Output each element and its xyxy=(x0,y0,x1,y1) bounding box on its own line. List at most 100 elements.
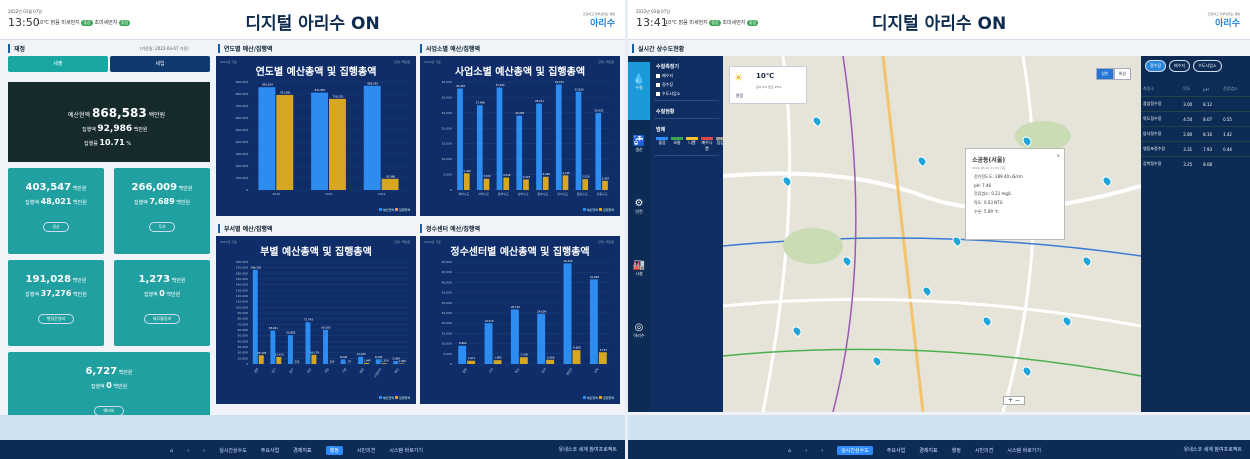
data-label: 6,808 xyxy=(573,346,581,350)
footer-nav-item[interactable]: 행정 xyxy=(325,446,343,455)
footer-nav: ⌂ ‹ › 실시간상수도 주요사업 경제지표 행정 시민의견 시스템 바로가기 유네스코 세계 … xyxy=(0,440,625,459)
table-cell: 0.55 xyxy=(1221,111,1250,127)
sidebar-item[interactable]: 🏭 시설 xyxy=(628,248,650,306)
map-satellite-button[interactable]: 위성 xyxy=(1113,68,1131,80)
table-cell: 0.44 xyxy=(1221,141,1250,157)
footer-nav-item[interactable]: 실시간상수도 xyxy=(219,447,247,454)
table-cell: 3.25 xyxy=(1181,156,1202,171)
footer-nav-item[interactable]: 시스템 바로가기 xyxy=(1007,447,1041,454)
y-tick-label: 800,000 xyxy=(236,92,248,96)
bar xyxy=(364,362,370,364)
facility-icon: 🏭 xyxy=(632,260,646,271)
checkbox-icon xyxy=(656,92,660,96)
card-exec-value: 0 xyxy=(106,381,112,390)
map[interactable]: ☀ 10℃ 맑음 강수 0% 습도 25% 일반 위성 + − xyxy=(723,56,1141,412)
footer-nav-item[interactable]: 시스템 바로가기 xyxy=(389,447,423,454)
bar xyxy=(503,177,510,190)
data-label: 3,336 xyxy=(521,353,529,357)
layer-checkbox[interactable]: 정수장 xyxy=(656,82,717,88)
footer-nav-item[interactable]: 경제지표 xyxy=(919,447,937,454)
home-icon[interactable]: ⌂ xyxy=(170,448,173,454)
exec-label: 집행액 xyxy=(82,127,96,133)
station-type-tab[interactable]: 배수지 xyxy=(1169,60,1191,72)
table-header[interactable]: 측정소 xyxy=(1141,82,1181,97)
sun-icon: ☀ xyxy=(734,73,743,84)
card-button[interactable]: 재무활동비 xyxy=(143,314,181,324)
sidebar-item-label: 수질 xyxy=(635,85,643,90)
header: 2022년 03월 07일 13:50 10℃ 맑음 미세먼지 좋음 초미세먼지… xyxy=(0,0,625,40)
footer-nav-item[interactable]: 시민의견 xyxy=(357,447,375,454)
tab-revenue[interactable]: 세입 xyxy=(110,56,210,72)
layer-section: 수질측정기 배수지 정수장 수도사업소 xyxy=(654,60,719,101)
table-row[interactable]: 강북정수장 3.25 8.08 xyxy=(1141,156,1250,171)
footer-nav-item[interactable]: 주요사업 xyxy=(887,447,905,454)
station-type-tab[interactable]: 수도사업소 xyxy=(1193,60,1222,72)
table-cell: 8.16 xyxy=(1201,126,1222,142)
table-header[interactable]: pH xyxy=(1201,82,1221,97)
sidebar-item[interactable]: 🚰 생산 xyxy=(628,124,650,182)
footer-right-link[interactable]: 유네스코 세계 참여프로젝트 xyxy=(559,446,617,453)
y-tick-label: 90,000 xyxy=(238,311,249,315)
checkbox-label: 수도사업소 xyxy=(662,91,681,96)
card-button[interactable]: 투자 xyxy=(149,222,175,232)
bottom-band xyxy=(628,415,1250,440)
prev-icon[interactable]: ‹ xyxy=(805,448,807,454)
layer-checkbox[interactable]: 수도사업소 xyxy=(656,91,717,97)
y-tick-label: 50,000 xyxy=(442,260,453,264)
footer-nav-item[interactable]: 행정 xyxy=(952,447,961,454)
station-popup: × 소공동(서울) 2022-03-01 11:50 기준 전기전도도: 289… xyxy=(965,148,1065,240)
data-label: 8,960 xyxy=(459,341,467,345)
card-exec-value: 37,276 xyxy=(40,289,72,298)
table-header[interactable]: 잔류염소 xyxy=(1221,82,1250,97)
table-row[interactable]: 뚝도정수장 4.50 8.07 0.55 xyxy=(1141,111,1250,127)
sidebar-item-label: 시설 xyxy=(635,271,643,276)
close-icon[interactable]: × xyxy=(1057,153,1060,158)
x-tick-label: 2022 xyxy=(378,192,386,196)
bar xyxy=(563,263,572,364)
map-normal-button[interactable]: 일반 xyxy=(1096,68,1114,80)
layer-checkbox[interactable]: 배수지 xyxy=(656,73,717,79)
x-tick-label: 구의 xyxy=(487,367,494,375)
tab-expenditure[interactable]: 세출 xyxy=(8,56,108,72)
y-tick-label: 10,000 xyxy=(442,342,453,346)
table-row[interactable]: 암사정수장 2.80 8.16 1.42 xyxy=(1141,126,1250,142)
x-tick-label: 예산 xyxy=(393,367,400,375)
table-cell: 영등포정수장 xyxy=(1141,141,1182,157)
footer-nav-item[interactable]: 주요사업 xyxy=(261,447,279,454)
section-title: 실시간 상수도현황 xyxy=(632,44,684,53)
footer-nav-item[interactable]: 실시간상수도 xyxy=(837,446,873,455)
exec-value: 92,986 xyxy=(97,124,133,134)
base-date: (기준일: 2022-03-07 기준) xyxy=(140,46,189,51)
card-button[interactable]: 경상 xyxy=(43,222,69,232)
table-cell: 강북정수장 xyxy=(1141,156,1182,171)
zoom-controls[interactable]: + − xyxy=(1003,396,1025,405)
table-cell: 2.80 xyxy=(1181,126,1202,142)
sidebar-item[interactable]: ⚙ 안전 xyxy=(628,186,650,244)
rate-unit: % xyxy=(126,141,132,147)
legend-budget: 예산현액 xyxy=(382,396,394,400)
table-row[interactable]: 광암정수장 3.00 8.12 xyxy=(1141,96,1250,112)
table-header[interactable]: 탁도 xyxy=(1181,82,1201,97)
prev-icon[interactable]: ‹ xyxy=(187,448,189,454)
bar xyxy=(463,173,470,190)
card-button[interactable]: 행정운영비 xyxy=(37,314,75,324)
next-icon[interactable]: › xyxy=(821,448,823,454)
next-icon[interactable]: › xyxy=(203,448,205,454)
dept-chart-panel: 2022년 기준 단위: 백만원 부별 예산총액 및 집행총액 0 10,000 2… xyxy=(216,236,416,404)
data-label: 15,326 xyxy=(257,351,266,355)
data-label: 49,324 xyxy=(563,259,572,263)
footer-nav-item[interactable]: 시민의견 xyxy=(975,447,993,454)
footer-nav-item[interactable]: 경제지표 xyxy=(293,447,311,454)
popup-title: 소공동(서울) xyxy=(972,157,1006,164)
status-heading: 수질현황 xyxy=(656,109,675,115)
sidebar-item[interactable]: 💧 수질 xyxy=(628,62,650,120)
home-icon[interactable]: ⌂ xyxy=(788,448,791,454)
finance-section-title: 재정 xyxy=(8,44,25,53)
checkbox-label: 정수장 xyxy=(662,82,674,87)
footer-right-link[interactable]: 유네스코 세계 참여프로젝트 xyxy=(1184,446,1242,453)
station-type-tab[interactable]: 정수장 xyxy=(1145,60,1167,72)
sidebar-item[interactable]: ◎ 아리수 xyxy=(628,310,650,368)
bar xyxy=(381,178,399,190)
table-row[interactable]: 영등포정수장 3.31 7.93 0.44 xyxy=(1141,141,1250,157)
wc-detail: 강수 0% 습도 25% xyxy=(756,85,782,89)
